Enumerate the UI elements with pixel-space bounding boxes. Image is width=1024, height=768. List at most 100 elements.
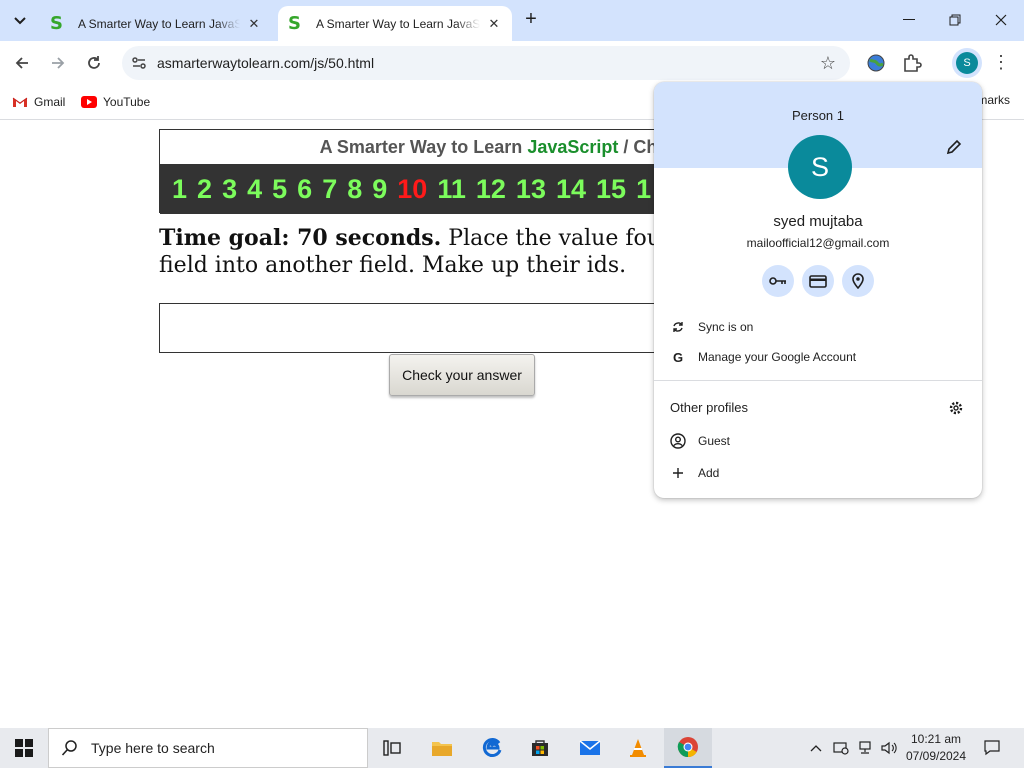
- task-view-button[interactable]: [368, 728, 416, 768]
- manage-account-label: Manage your Google Account: [698, 350, 857, 364]
- add-label: Add: [698, 466, 720, 480]
- chapter-link[interactable]: 11: [437, 174, 466, 205]
- forward-button[interactable]: [45, 50, 71, 76]
- store-button[interactable]: [516, 728, 564, 768]
- profile-avatar: S: [788, 135, 852, 199]
- chapter-link[interactable]: 3: [222, 174, 237, 205]
- notification-icon: [984, 740, 1000, 756]
- addresses-button[interactable]: [842, 265, 874, 297]
- gear-icon[interactable]: [948, 400, 964, 416]
- chapter-link[interactable]: 6: [297, 174, 312, 205]
- chapter-link[interactable]: 14: [556, 174, 586, 205]
- site-info-icon[interactable]: [130, 54, 148, 72]
- arrow-right-icon: [52, 57, 65, 69]
- payment-methods-button[interactable]: [802, 265, 834, 297]
- new-tab-button[interactable]: +: [520, 9, 542, 31]
- reload-button[interactable]: [81, 50, 107, 76]
- chapter-link[interactable]: 12: [476, 174, 506, 205]
- file-explorer-button[interactable]: [418, 728, 466, 768]
- notifications-button[interactable]: [980, 728, 1004, 768]
- profile-menu: Person 1 S syed mujtaba mailoofficial12@…: [654, 82, 982, 498]
- tab-active[interactable]: S A Smarter Way to Learn JavaScript ✕: [278, 6, 512, 41]
- chapter-link[interactable]: 5: [272, 174, 287, 205]
- chapter-link[interactable]: 1: [636, 174, 651, 205]
- store-bag-icon: [532, 740, 548, 756]
- guest-profile-row[interactable]: Guest: [670, 430, 730, 452]
- chapter-link[interactable]: 9: [372, 174, 387, 205]
- clock-time: 10:21 am: [910, 732, 962, 746]
- chrome-icon: [677, 737, 698, 758]
- gmail-icon: [12, 97, 28, 107]
- bookmark-star-icon[interactable]: ☆: [820, 53, 836, 74]
- tab-search-button[interactable]: [6, 8, 34, 34]
- url-text: asmarterwaytolearn.com/js/50.html: [157, 55, 375, 71]
- display-tray-icon: [833, 742, 849, 755]
- banner-prefix[interactable]: A Smarter Way to Learn: [320, 137, 523, 157]
- address-pin-icon: [852, 273, 864, 289]
- bookmark-youtube[interactable]: YouTube: [81, 92, 150, 112]
- start-button[interactable]: [0, 728, 48, 768]
- restore-button[interactable]: [935, 8, 975, 32]
- sync-status: Sync is on: [698, 320, 754, 334]
- passwords-key-icon: [769, 277, 786, 285]
- menu-divider: [654, 380, 982, 381]
- sync-status-row[interactable]: Sync is on: [670, 316, 753, 338]
- plus-icon: [673, 468, 683, 478]
- chrome-button[interactable]: [664, 728, 712, 768]
- search-icon: [61, 740, 77, 756]
- arrow-left-icon: [15, 57, 28, 69]
- instruction-text: Place the value foun: [448, 226, 676, 251]
- restore-icon: [949, 14, 961, 26]
- bookmark-gmail[interactable]: Gmail: [12, 92, 65, 112]
- profile-avatar-button[interactable]: S: [956, 52, 978, 74]
- extensions-puzzle-icon[interactable]: [901, 52, 923, 74]
- taskbar-clock[interactable]: 10:21 am 07/09/2024: [904, 731, 968, 765]
- chapter-link[interactable]: 1: [172, 174, 187, 205]
- banner-brand[interactable]: JavaScript: [527, 137, 618, 157]
- chapter-link[interactable]: 4: [247, 174, 262, 205]
- extension-globe-icon[interactable]: [865, 52, 887, 74]
- check-answer-button[interactable]: Check your answer: [389, 354, 535, 396]
- add-profile-row[interactable]: Add: [670, 462, 719, 484]
- chapter-link[interactable]: 7: [322, 174, 337, 205]
- chapter-link[interactable]: 2: [197, 174, 212, 205]
- chapter-link[interactable]: 13: [516, 174, 546, 205]
- address-bar[interactable]: asmarterwaytolearn.com/js/50.html ☆: [122, 46, 850, 80]
- network-icon: [859, 741, 871, 754]
- volume-tray[interactable]: [878, 728, 900, 768]
- show-hidden-icons[interactable]: [806, 728, 826, 768]
- all-bookmarks-link[interactable]: marks: [977, 93, 1010, 107]
- vlc-cone-icon: [630, 739, 646, 757]
- mail-button[interactable]: [566, 728, 614, 768]
- instruction-text-line2: field into another field. Make up their …: [159, 253, 627, 278]
- passwords-button[interactable]: [762, 265, 794, 297]
- site-favicon-icon: S: [288, 13, 301, 34]
- chapter-link[interactable]: 8: [347, 174, 362, 205]
- minimize-button[interactable]: [889, 8, 929, 32]
- tab-inactive[interactable]: S A Smarter Way to Learn JavaScript ✕: [40, 6, 272, 41]
- google-g-icon: G: [672, 349, 684, 365]
- tab-title: A Smarter Way to Learn JavaScript: [78, 16, 240, 31]
- bookmark-label: Gmail: [34, 95, 66, 109]
- vlc-button[interactable]: [614, 728, 662, 768]
- volume-icon: [881, 741, 897, 755]
- reload-icon: [88, 56, 100, 69]
- chapter-link[interactable]: 15: [596, 174, 626, 205]
- edge-button[interactable]: [468, 728, 516, 768]
- close-tab-icon[interactable]: ✕: [486, 16, 502, 32]
- taskbar-search-box[interactable]: Type here to search: [48, 728, 368, 768]
- windows-taskbar: Type here to search 10:21 am 07/09/2024: [0, 728, 1024, 768]
- more-menu-icon[interactable]: ⋮: [992, 51, 1010, 75]
- tray-app-icon[interactable]: [830, 728, 852, 768]
- clock-date: 07/09/2024: [905, 749, 967, 763]
- close-window-button[interactable]: [981, 8, 1021, 32]
- edit-pencil-icon[interactable]: [946, 139, 962, 155]
- time-goal: Time goal: 70 seconds.: [159, 225, 442, 251]
- account-email: mailoofficial12@gmail.com: [746, 236, 890, 250]
- back-button[interactable]: [9, 50, 35, 76]
- manage-account-row[interactable]: G Manage your Google Account: [670, 346, 856, 368]
- chapter-link[interactable]: 10: [397, 174, 427, 205]
- network-tray[interactable]: [854, 728, 876, 768]
- guest-label: Guest: [698, 434, 731, 448]
- close-tab-icon[interactable]: ✕: [246, 16, 262, 32]
